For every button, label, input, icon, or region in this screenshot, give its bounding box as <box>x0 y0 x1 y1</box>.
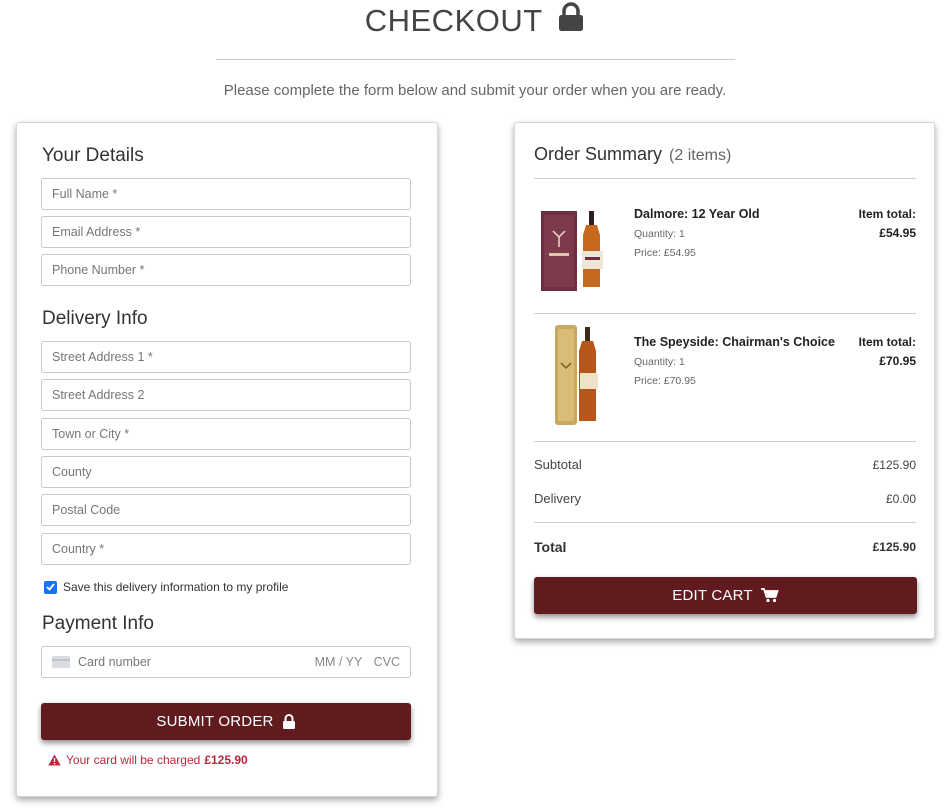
card-number-placeholder[interactable]: Card number <box>78 655 151 669</box>
cvc-placeholder[interactable]: CVC <box>374 655 400 669</box>
order-summary-card: Order Summary (2 items) Dalmore: 12 Year… <box>514 122 935 639</box>
charge-notice: Your card will be charged £125.90 <box>48 753 248 767</box>
total-value: £125.90 <box>872 540 916 554</box>
your-details-heading: Your Details <box>42 145 144 166</box>
item-name: Dalmore: 12 Year Old <box>634 207 760 221</box>
order-summary-title: Order Summary <box>534 144 663 164</box>
charge-text: Your card will be charged <box>66 753 201 767</box>
delivery-info-heading: Delivery Info <box>42 308 148 329</box>
checkout-form-card: Your Details Delivery Info Save this del… <box>16 122 438 797</box>
full-name-input[interactable] <box>52 187 400 201</box>
delivery-value: £0.00 <box>885 492 916 506</box>
email-input[interactable] <box>52 225 400 239</box>
item-name: The Speyside: Chairman's Choice <box>634 335 835 349</box>
postal-code-input[interactable] <box>52 503 400 517</box>
street-address-1-field[interactable] <box>41 341 411 373</box>
warning-icon <box>48 754 61 766</box>
item-total-label: Item total: <box>858 207 916 221</box>
page-subtitle: Please complete the form below and submi… <box>223 82 727 99</box>
edit-cart-label: EDIT CART <box>672 587 753 604</box>
credit-card-icon <box>52 656 70 668</box>
postal-code-field[interactable] <box>41 494 411 526</box>
page-title-text: CHECKOUT <box>364 3 543 38</box>
delivery-label: Delivery <box>534 491 581 506</box>
street-address-2-field[interactable] <box>41 379 411 411</box>
charge-amount: £125.90 <box>204 753 248 767</box>
item-total-value: £70.95 <box>879 354 916 368</box>
item-price: Price: £70.95 <box>634 375 696 387</box>
phone-input[interactable] <box>52 263 400 277</box>
item-total-label: Item total: <box>858 335 916 349</box>
lock-icon <box>557 2 585 40</box>
item-price: Price: £54.95 <box>634 247 696 259</box>
totals-divider <box>534 441 916 442</box>
product-image-dalmore[interactable] <box>539 207 611 295</box>
order-summary-heading: Order Summary (2 items) <box>534 144 731 165</box>
item-divider <box>534 313 916 314</box>
county-input[interactable] <box>52 465 400 479</box>
item-total-value: £54.95 <box>879 226 916 240</box>
lock-icon <box>282 714 295 729</box>
country-input[interactable] <box>52 542 400 556</box>
summary-divider <box>534 178 916 179</box>
county-field[interactable] <box>41 456 411 488</box>
submit-order-label: SUBMIT ORDER <box>156 713 274 730</box>
street-address-2-input[interactable] <box>52 388 400 402</box>
save-info-label: Save this delivery information to my pro… <box>63 580 289 594</box>
subtotal-label: Subtotal <box>534 457 582 472</box>
title-divider <box>216 59 735 60</box>
page-title: CHECKOUT <box>0 2 950 40</box>
subtotal-value: £125.90 <box>872 458 916 472</box>
expiry-placeholder[interactable]: MM / YY <box>315 655 362 669</box>
total-label: Total <box>534 539 567 555</box>
town-input[interactable] <box>52 427 400 441</box>
submit-order-button[interactable]: SUBMIT ORDER <box>41 703 411 740</box>
item-quantity: Quantity: 1 <box>634 356 685 368</box>
product-image-speyside[interactable] <box>539 323 611 425</box>
item-count: (2 items) <box>669 147 732 164</box>
cart-icon <box>760 588 779 603</box>
save-info-checkbox[interactable] <box>44 580 57 594</box>
item-quantity: Quantity: 1 <box>634 228 685 240</box>
town-field[interactable] <box>41 418 411 450</box>
card-details-field[interactable]: Card number MM / YY CVC <box>41 646 411 678</box>
payment-info-heading: Payment Info <box>42 613 154 634</box>
checkmark-icon <box>46 583 55 591</box>
save-info-row[interactable]: Save this delivery information to my pro… <box>44 580 288 594</box>
street-address-1-input[interactable] <box>52 350 400 364</box>
grand-total-divider <box>534 522 916 523</box>
country-field[interactable] <box>41 533 411 565</box>
full-name-field[interactable] <box>41 178 411 210</box>
email-field[interactable] <box>41 216 411 248</box>
phone-field[interactable] <box>41 254 411 286</box>
edit-cart-button[interactable]: EDIT CART <box>534 577 917 614</box>
